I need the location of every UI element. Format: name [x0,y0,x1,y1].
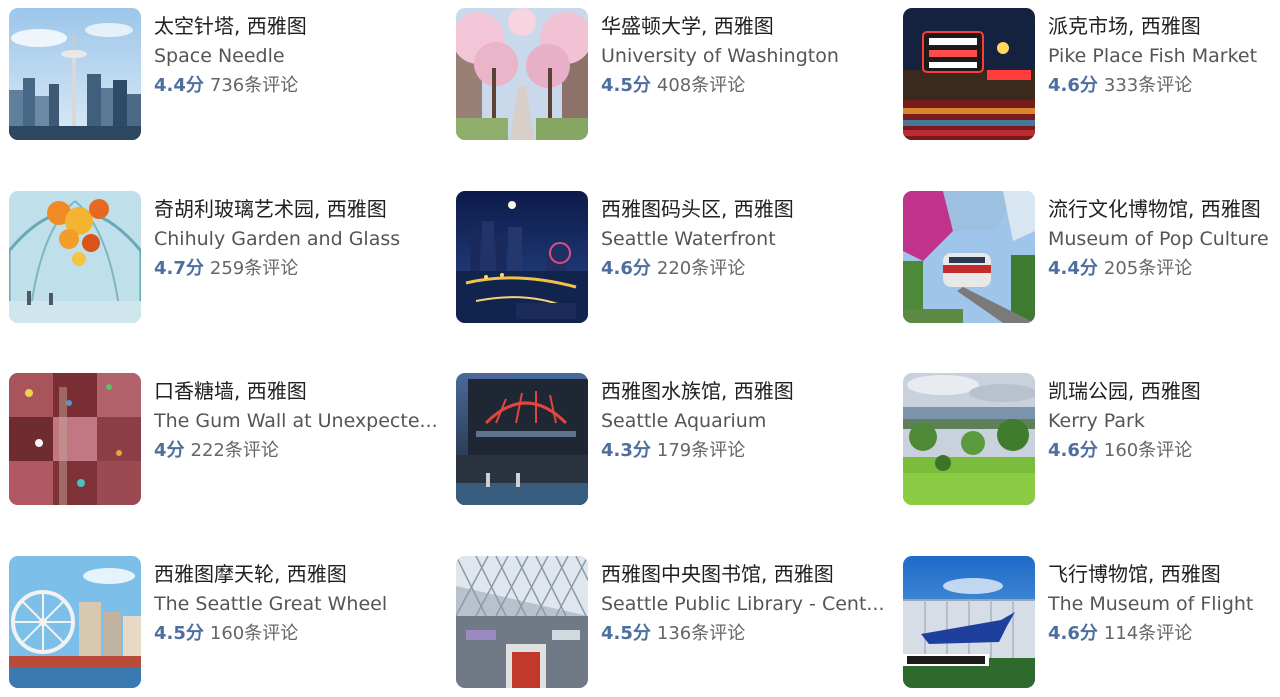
attraction-meta: 4.7分 259条评论 [154,254,439,284]
monorail-museum-image [903,191,1035,323]
attraction-title[interactable]: 口香糖墙, 西雅图 [154,376,439,406]
rating-score: 4.6分 [1048,440,1098,461]
review-count: 259条评论 [209,258,299,279]
space-needle-image [9,8,141,140]
attraction-card[interactable]: 凯瑞公园, 西雅图 Kerry Park 4.6分 160条评论 [903,373,1280,505]
attraction-meta: 4.4分 736条评论 [154,71,439,101]
rating-score: 4.6分 [1048,75,1098,96]
attraction-subtitle: Pike Place Fish Market [1048,45,1258,67]
attraction-meta: 4.3分 179条评论 [601,436,886,466]
attraction-card[interactable]: 飞行博物馆, 西雅图 The Museum of Flight 4.6分 114条… [903,556,1280,688]
attraction-title[interactable]: 流行文化博物馆, 西雅图 [1048,194,1280,224]
attraction-subtitle: Space Needle [154,45,285,67]
review-count: 220条评论 [656,258,746,279]
attraction-title[interactable]: 西雅图水族馆, 西雅图 [601,376,886,406]
market-sign-image [903,8,1035,140]
attraction-meta: 4.6分 114条评论 [1048,619,1280,649]
attraction-card[interactable]: 西雅图摩天轮, 西雅图 The Seattle Great Wheel 4.5分… [9,556,439,688]
attraction-meta: 4.6分 160条评论 [1048,436,1280,466]
monorail-museum-image[interactable] [903,191,1035,323]
gum-wall-image [9,373,141,505]
rating-score: 4.5分 [154,623,204,644]
attraction-subtitle: The Gum Wall at Unexpecte... [154,410,438,432]
attraction-card[interactable]: 奇胡利玻璃艺术园, 西雅图 Chihuly Garden and Glass 4… [9,191,439,323]
attraction-title[interactable]: 凯瑞公园, 西雅图 [1048,376,1280,406]
rating-score: 4.5分 [601,75,651,96]
space-needle-image[interactable] [9,8,141,140]
attraction-meta: 4.4分 205条评论 [1048,254,1280,284]
review-count: 222条评论 [190,440,279,461]
attraction-title[interactable]: 奇胡利玻璃艺术园, 西雅图 [154,194,439,224]
attraction-meta: 4.6分 333条评论 [1048,71,1280,101]
attraction-card[interactable]: 西雅图水族馆, 西雅图 Seattle Aquarium 4.3分 179条评论 [456,373,886,505]
waterfront-night-image[interactable] [456,191,588,323]
flight-museum-image [903,556,1035,688]
attraction-subtitle: Kerry Park [1048,410,1145,432]
cherry-blossom-image [456,8,588,140]
attraction-subtitle: Museum of Pop Culture [1048,228,1269,250]
attraction-card[interactable]: 派克市场, 西雅图 Pike Place Fish Market 4.6分 333… [903,8,1280,140]
park-view-image [903,373,1035,505]
ferris-wheel-image[interactable] [9,556,141,688]
rating-score: 4分 [154,440,185,461]
glass-art-image [9,191,141,323]
rating-score: 4.4分 [1048,258,1098,279]
attraction-subtitle: University of Washington [601,45,839,67]
attraction-subtitle: The Museum of Flight [1048,593,1254,615]
attraction-meta: 4.5分 408条评论 [601,71,886,101]
glass-art-image[interactable] [9,191,141,323]
attraction-title[interactable]: 飞行博物馆, 西雅图 [1048,559,1280,589]
library-interior-image[interactable] [456,556,588,688]
attraction-title[interactable]: 西雅图码头区, 西雅图 [601,194,886,224]
cherry-blossom-image[interactable] [456,8,588,140]
attraction-card[interactable]: 太空针塔, 西雅图 Space Needle 4.4分 736条评论 [9,8,439,140]
attraction-title[interactable]: 西雅图摩天轮, 西雅图 [154,559,439,589]
review-count: 114条评论 [1103,623,1193,644]
review-count: 160条评论 [209,623,299,644]
review-count: 205条评论 [1103,258,1193,279]
attraction-title[interactable]: 派克市场, 西雅图 [1048,11,1280,41]
attraction-grid: 太空针塔, 西雅图 Space Needle 4.4分 736条评论 华盛顿大学… [0,0,1280,697]
library-interior-image [456,556,588,688]
attraction-subtitle: Chihuly Garden and Glass [154,228,401,250]
flight-museum-image[interactable] [903,556,1035,688]
attraction-card[interactable]: 口香糖墙, 西雅图 The Gum Wall at Unexpecte... 4… [9,373,439,505]
attraction-meta: 4分 222条评论 [154,436,439,466]
aquarium-image[interactable] [456,373,588,505]
rating-score: 4.6分 [601,258,651,279]
review-count: 333条评论 [1103,75,1193,96]
review-count: 179条评论 [656,440,746,461]
market-sign-image[interactable] [903,8,1035,140]
review-count: 408条评论 [656,75,746,96]
review-count: 160条评论 [1103,440,1193,461]
attraction-subtitle: Seattle Public Library - Cent... [601,593,885,615]
rating-score: 4.5分 [601,623,651,644]
attraction-subtitle: The Seattle Great Wheel [154,593,388,615]
park-view-image[interactable] [903,373,1035,505]
attraction-subtitle: Seattle Waterfront [601,228,776,250]
review-count: 136条评论 [656,623,746,644]
attraction-card[interactable]: 流行文化博物馆, 西雅图 Museum of Pop Culture 4.4分 2… [903,191,1280,323]
attraction-card[interactable]: 西雅图中央图书馆, 西雅图 Seattle Public Library - C… [456,556,886,688]
rating-score: 4.3分 [601,440,651,461]
rating-score: 4.4分 [154,75,204,96]
attraction-title[interactable]: 太空针塔, 西雅图 [154,11,439,41]
ferris-wheel-image [9,556,141,688]
attraction-title[interactable]: 华盛顿大学, 西雅图 [601,11,886,41]
attraction-meta: 4.5分 160条评论 [154,619,439,649]
attraction-card[interactable]: 华盛顿大学, 西雅图 University of Washington 4.5分… [456,8,886,140]
rating-score: 4.6分 [1048,623,1098,644]
attraction-subtitle: Seattle Aquarium [601,410,767,432]
gum-wall-image[interactable] [9,373,141,505]
review-count: 736条评论 [209,75,299,96]
attraction-title[interactable]: 西雅图中央图书馆, 西雅图 [601,559,886,589]
attraction-meta: 4.6分 220条评论 [601,254,886,284]
rating-score: 4.7分 [154,258,204,279]
waterfront-night-image [456,191,588,323]
attraction-card[interactable]: 西雅图码头区, 西雅图 Seattle Waterfront 4.6分 220条评… [456,191,886,323]
aquarium-image [456,373,588,505]
attraction-meta: 4.5分 136条评论 [601,619,886,649]
